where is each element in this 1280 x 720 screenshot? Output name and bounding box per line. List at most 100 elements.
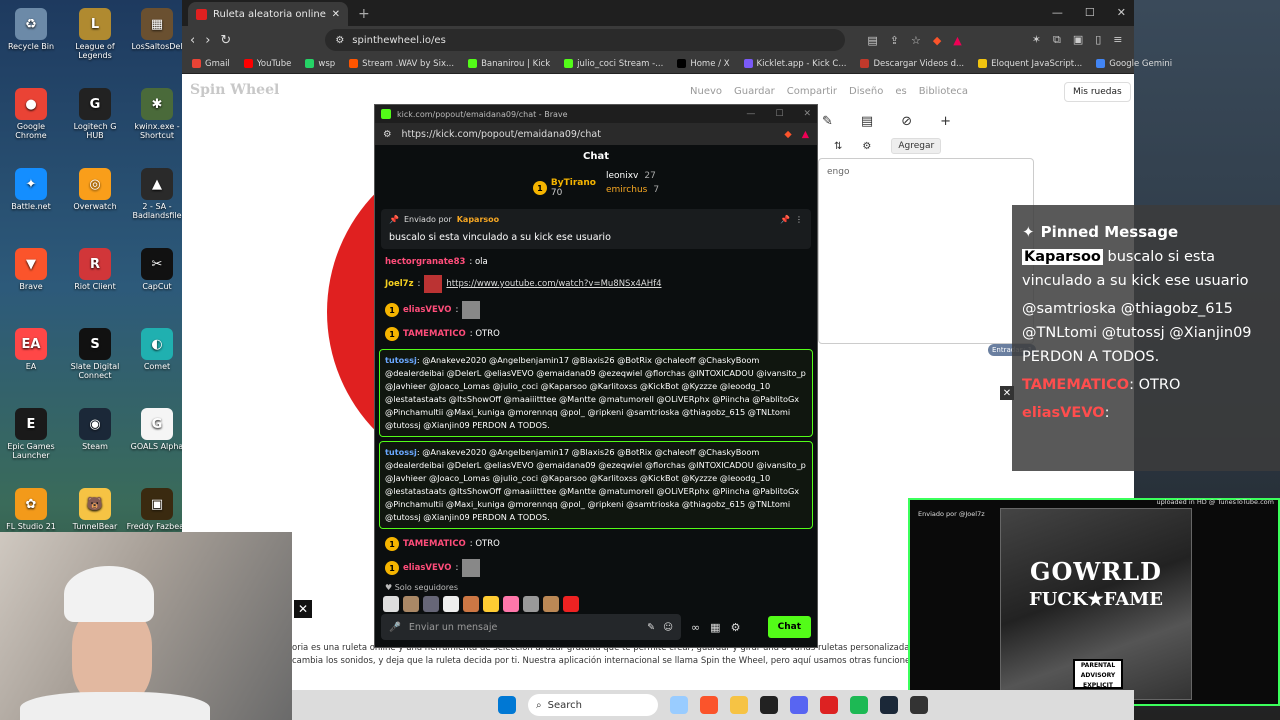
emote-icon[interactable] xyxy=(423,596,439,612)
tab-close-icon[interactable]: ✕ xyxy=(332,9,340,20)
brave-shield-icon[interactable]: ◆ xyxy=(933,34,941,47)
chat-input[interactable]: 🎤 Enviar un mensaje ✎ ☺ xyxy=(381,614,681,640)
desktop-icon[interactable]: S Slate Digital Connect xyxy=(64,328,126,380)
emoji-icon[interactable]: ☺ xyxy=(663,622,673,633)
bookmark-item[interactable]: Kicklet.app - Kick C... xyxy=(743,59,846,69)
address-bar[interactable]: ⚙ spinthewheel.io/es xyxy=(325,29,846,51)
close-window-button[interactable]: ✕ xyxy=(1117,6,1126,19)
add-color-icon[interactable]: + xyxy=(940,114,951,129)
pencil-icon[interactable]: ✎ xyxy=(822,114,833,129)
mic-icon[interactable]: 🎤 xyxy=(389,622,401,633)
settings-icon[interactable]: ⚙ xyxy=(862,141,871,152)
hide-icon[interactable]: ⊘ xyxy=(901,114,912,129)
extension-icon[interactable]: ✶ xyxy=(1032,33,1041,47)
site-nav-item[interactable]: Diseño xyxy=(849,86,883,97)
webcam-close-icon[interactable]: ✕ xyxy=(294,600,312,618)
emote-icon[interactable] xyxy=(563,596,579,612)
bookmark-icon[interactable]: ☆ xyxy=(911,34,921,47)
chat-username[interactable]: tutossj xyxy=(385,447,417,457)
bookmark-item[interactable]: Bananirou | Kick xyxy=(468,59,550,69)
puzzle-icon[interactable]: ⧉ xyxy=(1053,33,1061,47)
translate-icon[interactable]: ✎ xyxy=(647,622,655,633)
desktop-icon[interactable]: ✦ Battle.net xyxy=(0,168,62,211)
popout-rewards-icon[interactable]: ▲ xyxy=(802,129,809,140)
app-icon[interactable] xyxy=(760,696,778,714)
taskbar-search[interactable]: ⌕ Search xyxy=(528,694,658,716)
desktop-icon[interactable]: G GOALS Alpha xyxy=(126,408,188,451)
site-nav-item[interactable]: es xyxy=(895,86,906,97)
bookmark-item[interactable]: Descargar Videos d... xyxy=(860,59,964,69)
popout-url[interactable]: https://kick.com/popout/emaidana09/chat xyxy=(402,129,601,140)
emote-icon[interactable] xyxy=(463,596,479,612)
desktop-icon[interactable]: ▲ 2 - SA - Badlandsfile xyxy=(126,168,188,220)
site-logo[interactable]: Spin Wheel xyxy=(190,82,279,98)
desktop-icon[interactable]: ◐ Comet xyxy=(126,328,188,371)
steam-taskbar-icon[interactable] xyxy=(880,696,898,714)
popout-close-button[interactable]: ✕ xyxy=(803,109,811,119)
bookmark-item[interactable]: Stream .WAV by Six... xyxy=(349,59,454,69)
desktop-icon[interactable]: EA EA xyxy=(0,328,62,371)
desktop-icon[interactable]: ● Google Chrome xyxy=(0,88,62,140)
emote-icon[interactable] xyxy=(443,596,459,612)
desktop-icon[interactable]: ✿ FL Studio 21 xyxy=(0,488,62,531)
chat-username[interactable]: eliasVEVO xyxy=(403,563,451,573)
emote-icon[interactable] xyxy=(503,596,519,612)
popout-site-icon[interactable]: ⚙ xyxy=(383,129,392,140)
chat-settings-icon[interactable]: ⚙ xyxy=(731,621,741,634)
desktop-icon[interactable]: ♻ Recycle Bin xyxy=(0,8,62,51)
site-nav-item[interactable]: Compartir xyxy=(787,86,837,97)
chat-username[interactable]: tutossj xyxy=(385,355,417,365)
site-nav-item[interactable]: Guardar xyxy=(734,86,775,97)
chat-username[interactable]: TAMEMATICO xyxy=(403,329,466,339)
desktop-icon[interactable]: ✂ CapCut xyxy=(126,248,188,291)
overlay-close-icon[interactable]: ✕ xyxy=(1000,386,1014,400)
menu-icon[interactable]: ≡ xyxy=(1113,33,1122,47)
bookmark-item[interactable]: Google Gemini xyxy=(1096,59,1172,69)
chat-username[interactable]: eliasVEVO xyxy=(403,305,451,315)
forward-icon[interactable]: › xyxy=(205,33,210,48)
obs-icon[interactable] xyxy=(910,696,928,714)
widgets-icon[interactable] xyxy=(670,696,688,714)
popout-maximize-button[interactable]: ☐ xyxy=(775,109,783,119)
entries-textarea[interactable]: engo xyxy=(818,158,1034,344)
site-info-icon[interactable]: ⚙ xyxy=(335,35,344,46)
brave-rewards-icon[interactable]: ▲ xyxy=(953,34,961,47)
desktop-icon[interactable]: G Logitech G HUB xyxy=(64,88,126,140)
site-nav-item[interactable]: Nuevo xyxy=(690,86,722,97)
bookmark-item[interactable]: Home / X xyxy=(677,59,730,69)
sidebar-icon[interactable]: ▯ xyxy=(1095,33,1101,47)
points-icon[interactable]: ∞ xyxy=(691,621,700,634)
reader-icon[interactable]: ▤ xyxy=(867,34,877,47)
back-icon[interactable]: ‹ xyxy=(190,33,195,48)
more-icon[interactable]: ⋮ xyxy=(795,215,803,224)
sort-icon[interactable]: ⇅ xyxy=(834,141,842,152)
desktop-icon[interactable]: R Riot Client xyxy=(64,248,126,291)
desktop-icon[interactable]: E Epic Games Launcher xyxy=(0,408,62,460)
minimize-button[interactable]: — xyxy=(1052,6,1063,19)
spotify-icon[interactable] xyxy=(850,696,868,714)
screenshot-icon[interactable]: ▣ xyxy=(1073,33,1083,47)
popout-minimize-button[interactable]: — xyxy=(746,109,755,119)
site-nav-item[interactable]: Biblioteca xyxy=(919,86,968,97)
gift-icon[interactable]: ▦ xyxy=(710,621,720,634)
tab-ruleta[interactable]: Ruleta aleatoria online – ruleta d ✕ xyxy=(188,2,348,26)
share-icon[interactable]: ⇪ xyxy=(890,34,899,47)
desktop-icon[interactable]: ◉ Steam xyxy=(64,408,126,451)
chat-link[interactable]: https://www.youtube.com/watch?v=Mu8NSx4A… xyxy=(446,279,661,289)
desktop-icon[interactable]: L League of Legends xyxy=(64,8,126,60)
emote-icon[interactable] xyxy=(383,596,399,612)
unpin-icon[interactable]: 📌 xyxy=(780,215,790,224)
chat-send-button[interactable]: Chat xyxy=(767,616,811,638)
bookmark-item[interactable]: Gmail xyxy=(192,59,230,69)
video-app-icon[interactable] xyxy=(820,696,838,714)
agregar-button[interactable]: Agregar xyxy=(891,138,942,154)
bookmark-item[interactable]: wsp xyxy=(305,59,335,69)
bookmark-item[interactable]: julio_coci Stream -... xyxy=(564,59,663,69)
pinned-user[interactable]: Kaparsoo xyxy=(457,215,499,224)
emote-icon[interactable] xyxy=(403,596,419,612)
desktop-icon[interactable]: ▣ Freddy Fazbear xyxy=(126,488,188,531)
reload-icon[interactable]: ↻ xyxy=(220,33,231,48)
desktop-icon[interactable]: ▦ LosSaltosDel xyxy=(126,8,188,51)
windows-start-icon[interactable] xyxy=(498,696,516,714)
new-tab-button[interactable]: + xyxy=(358,6,370,22)
